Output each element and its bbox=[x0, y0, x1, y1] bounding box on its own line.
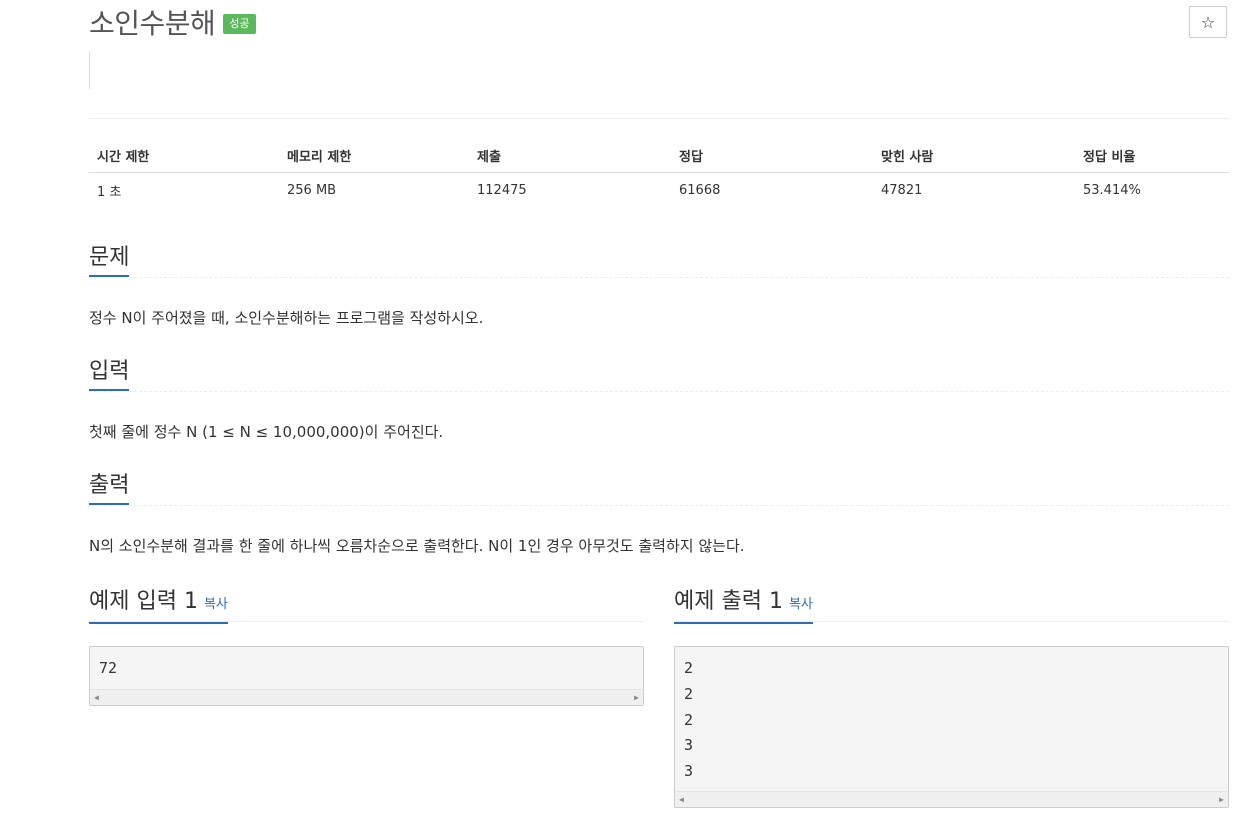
status-badge: 성공 bbox=[223, 14, 256, 34]
divider bbox=[89, 118, 1229, 119]
section-input-title: 입력 bbox=[89, 357, 130, 391]
sample-input-heading: 예제 입력 1 bbox=[89, 589, 198, 614]
scroll-right-icon[interactable]: ▶ bbox=[634, 693, 639, 702]
sample-output-heading: 예제 출력 1 bbox=[674, 589, 783, 614]
sample-output-header: 예제 출력 1 복사 bbox=[674, 587, 1229, 624]
value-accepted[interactable]: 61668 bbox=[671, 173, 873, 208]
value-time-limit: 1 초 bbox=[97, 184, 122, 200]
sample-output-line: 3 bbox=[684, 762, 694, 781]
header-submissions: 제출 bbox=[469, 139, 671, 173]
section-output-title: 출력 bbox=[89, 471, 130, 505]
sample-output-title: 예제 출력 1 복사 bbox=[674, 587, 813, 624]
sample-input-line: 72 bbox=[99, 659, 118, 677]
section-output-text: N의 소인수분해 결과를 한 줄에 하나씩 오름차순으로 출력한다. N이 1인… bbox=[89, 537, 745, 555]
scroll-left-icon[interactable]: ◀ bbox=[94, 693, 99, 702]
problem-info-table: 시간 제한 메모리 제한 제출 정답 맞힌 사람 정답 비율 1 초 256 M… bbox=[89, 139, 1229, 207]
sample-input: 예제 입력 1 복사 72 ◀ ▶ bbox=[89, 587, 644, 706]
sample-output-line: 2 bbox=[684, 684, 694, 703]
header-memory-limit: 메모리 제한 bbox=[279, 139, 469, 173]
sample-input-box[interactable]: 72 ◀ ▶ bbox=[89, 646, 644, 706]
blank-blockquote bbox=[89, 51, 92, 89]
title-row: 소인수분해 성공 bbox=[89, 4, 256, 44]
value-submissions[interactable]: 112475 bbox=[469, 173, 671, 208]
sample-output-line: 2 bbox=[684, 659, 694, 677]
sample-output-box[interactable]: 2 2 2 3 3 ◀ ▶ bbox=[674, 646, 1229, 808]
header-accepted: 정답 bbox=[671, 139, 873, 173]
horizontal-scrollbar[interactable]: ◀ ▶ bbox=[90, 689, 643, 705]
star-icon: ☆ bbox=[1200, 12, 1216, 32]
section-input-header: 입력 bbox=[89, 357, 1229, 392]
value-memory-limit: 256 MB bbox=[287, 182, 337, 198]
page-title: 소인수분해 bbox=[89, 7, 216, 40]
info-header-row: 시간 제한 메모리 제한 제출 정답 맞힌 사람 정답 비율 bbox=[89, 139, 1229, 173]
header-ratio: 정답 비율 bbox=[1075, 139, 1229, 173]
sample-input-header: 예제 입력 1 복사 bbox=[89, 587, 644, 624]
star-button[interactable]: ☆ bbox=[1189, 6, 1227, 38]
section-description-header: 문제 bbox=[89, 243, 1229, 278]
header-solvers: 맞힌 사람 bbox=[873, 139, 1075, 173]
section-input-text: 첫째 줄에 정수 N (1 ≤ N ≤ 10,000,000)이 주어진다. bbox=[89, 423, 444, 441]
section-description-text: 정수 N이 주어졌을 때, 소인수분해하는 프로그램을 작성하시오. bbox=[89, 309, 484, 327]
sample-input-title: 예제 입력 1 복사 bbox=[89, 587, 228, 624]
info-value-row: 1 초 256 MB 112475 61668 47821 53.414% bbox=[89, 173, 1229, 208]
value-ratio: 53.414% bbox=[1083, 182, 1141, 198]
section-description-title: 문제 bbox=[89, 243, 130, 277]
section-output-header: 출력 bbox=[89, 471, 1229, 506]
header-time-limit: 시간 제한 bbox=[89, 139, 279, 173]
value-solvers[interactable]: 47821 bbox=[873, 173, 1075, 208]
sample-output: 예제 출력 1 복사 2 2 2 3 3 ◀ ▶ bbox=[674, 587, 1229, 808]
copy-sample-input-button[interactable]: 복사 bbox=[204, 597, 228, 612]
horizontal-scrollbar[interactable]: ◀ ▶ bbox=[675, 791, 1228, 807]
sample-output-line: 3 bbox=[684, 736, 694, 755]
scroll-right-icon[interactable]: ▶ bbox=[1219, 795, 1224, 804]
scroll-left-icon[interactable]: ◀ bbox=[679, 795, 684, 804]
sample-output-line: 2 bbox=[684, 710, 694, 729]
copy-sample-output-button[interactable]: 복사 bbox=[789, 597, 813, 612]
